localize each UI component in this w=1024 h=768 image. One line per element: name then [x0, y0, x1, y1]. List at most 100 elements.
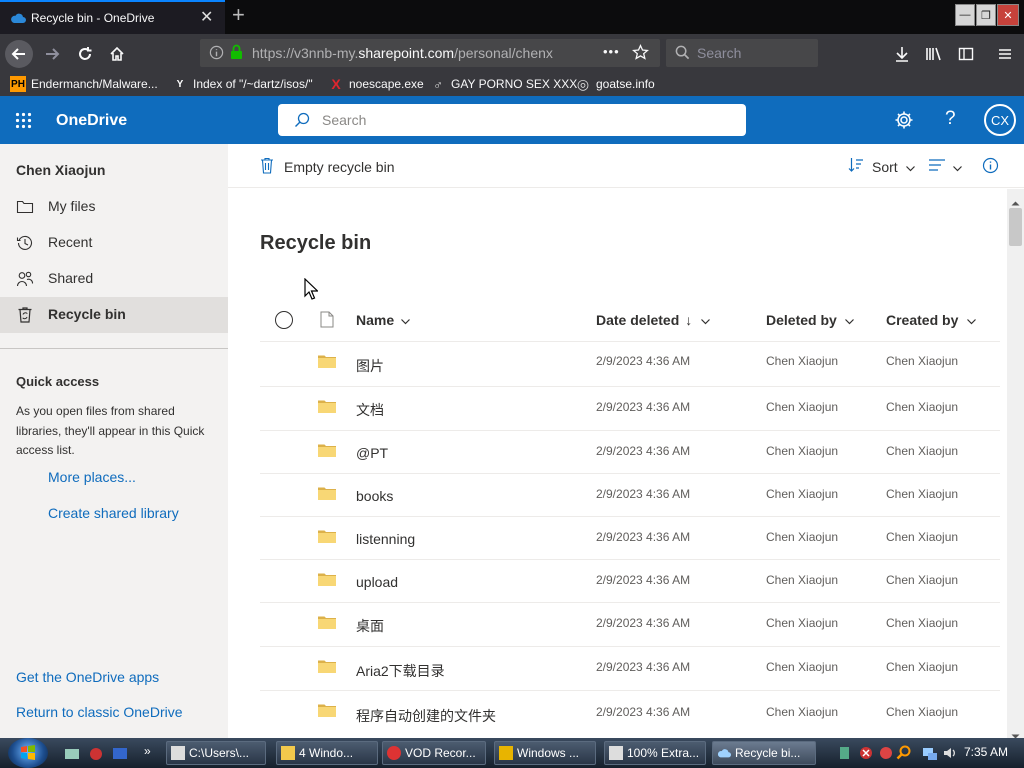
table-row[interactable]: books 2/9/2023 4:36 AM Chen Xiaojun Chen…: [260, 473, 1000, 516]
folder-icon: [318, 486, 336, 505]
minimize-button[interactable]: —: [955, 4, 975, 26]
create-shared-library-link[interactable]: Create shared library: [48, 505, 179, 521]
table-row[interactable]: 程序自动创建的文件夹 2/9/2023 4:36 AM Chen Xiaojun…: [260, 690, 1000, 733]
folder-icon: [318, 615, 336, 634]
start-button[interactable]: [8, 738, 48, 768]
row-deleted-by: Chen Xiaojun: [766, 530, 839, 544]
taskbar-button-active[interactable]: Recycle bi...: [712, 741, 816, 765]
table-row[interactable]: upload 2/9/2023 4:36 AM Chen Xiaojun Che…: [260, 559, 1000, 602]
reload-button[interactable]: [71, 40, 99, 68]
row-date-deleted: 2/9/2023 4:36 AM: [596, 660, 691, 674]
row-created-by: Chen Xiaojun: [886, 444, 959, 458]
table-row[interactable]: @PT 2/9/2023 4:36 AM Chen Xiaojun Chen X…: [260, 430, 1000, 473]
table-row[interactable]: 文档 2/9/2023 4:36 AM Chen Xiaojun Chen Xi…: [260, 386, 1000, 429]
page-actions-icon[interactable]: •••: [603, 44, 620, 59]
library-button[interactable]: [920, 40, 948, 68]
row-name[interactable]: 桌面: [356, 616, 384, 636]
quicklaunch-more-icon[interactable]: »: [144, 744, 151, 758]
browser-search-box[interactable]: Search: [666, 39, 818, 67]
close-window-button[interactable]: ✕: [997, 4, 1019, 26]
info-icon[interactable]: [209, 45, 224, 63]
row-name[interactable]: listenning: [356, 531, 415, 547]
restore-button[interactable]: ❐: [976, 4, 996, 26]
row-name[interactable]: @PT: [356, 445, 388, 461]
taskbar-button[interactable]: VOD Recor...: [382, 741, 486, 765]
get-onedrive-apps-link[interactable]: Get the OneDrive apps: [16, 669, 159, 685]
sort-button[interactable]: Sort: [848, 157, 915, 176]
user-avatar[interactable]: CX: [984, 104, 1016, 136]
volume-icon[interactable]: [942, 745, 958, 764]
close-tab-icon[interactable]: ✕: [200, 7, 216, 27]
system-clock[interactable]: 7:35 AM: [964, 745, 1008, 759]
table-row[interactable]: listenning 2/9/2023 4:36 AM Chen Xiaojun…: [260, 516, 1000, 559]
row-name[interactable]: 文档: [356, 400, 384, 420]
taskbar-button[interactable]: 4 Windo...: [276, 741, 378, 765]
file-type-header-icon[interactable]: [320, 311, 334, 333]
column-header-label: Deleted by: [766, 312, 837, 328]
bookmark-item[interactable]: PH Endermanch/Malware...: [10, 76, 158, 92]
taskbar-button[interactable]: Windows ...: [494, 741, 596, 765]
row-name[interactable]: upload: [356, 574, 398, 590]
nav-divider: [0, 348, 228, 349]
row-deleted-by: Chen Xiaojun: [766, 705, 839, 719]
taskbar-button[interactable]: 100% Extra...: [604, 741, 706, 765]
forward-button[interactable]: [38, 40, 66, 68]
table-row[interactable]: 图片 2/9/2023 4:36 AM Chen Xiaojun Chen Xi…: [260, 341, 1000, 384]
bookmark-star-icon[interactable]: [632, 44, 649, 64]
empty-recycle-bin-button[interactable]: Empty recycle bin: [260, 157, 394, 177]
help-icon[interactable]: ?: [945, 108, 956, 130]
menu-button[interactable]: [991, 40, 1019, 68]
people-icon: [16, 270, 34, 288]
app-launcher-waffle-icon[interactable]: [15, 112, 32, 134]
library-icon: [926, 47, 941, 61]
scroll-up-arrow-icon[interactable]: [1011, 193, 1020, 211]
table-row[interactable]: Aria2下载目录 2/9/2023 4:36 AM Chen Xiaojun …: [260, 646, 1000, 689]
return-classic-link[interactable]: Return to classic OneDrive: [16, 704, 183, 720]
bookmark-item[interactable]: Y Index of "/~dartz/isos/": [172, 76, 313, 92]
bookmark-item[interactable]: ◎ goatse.info: [575, 76, 655, 92]
tray-search-icon[interactable]: [896, 744, 912, 763]
sidebar-toggle-button[interactable]: [952, 40, 980, 68]
nav-item-my-files[interactable]: My files: [0, 189, 228, 225]
row-name[interactable]: 程序自动创建的文件夹: [356, 706, 496, 726]
onedrive-search-box[interactable]: Search: [278, 104, 746, 136]
bookmark-item[interactable]: ♂ GAY PORNO SEX XXX: [430, 76, 577, 92]
bookmark-label: Index of "/~dartz/isos/": [193, 77, 313, 91]
nav-item-recycle-bin[interactable]: Recycle bin: [0, 297, 228, 333]
tray-icon[interactable]: [838, 745, 852, 764]
row-name[interactable]: Aria2下载目录: [356, 661, 445, 681]
back-button[interactable]: [5, 40, 33, 68]
quicklaunch-icon[interactable]: [112, 746, 128, 765]
app-title[interactable]: OneDrive: [56, 112, 127, 130]
network-icon[interactable]: [922, 745, 938, 764]
view-options-button[interactable]: [929, 158, 962, 175]
tray-icon[interactable]: [878, 745, 894, 764]
nav-item-shared[interactable]: Shared: [0, 261, 228, 297]
url-bar[interactable]: https://v3nnb-my.sharepoint.com/personal…: [200, 39, 660, 67]
nav-item-recent[interactable]: Recent: [0, 225, 228, 261]
taskbar-button-label: Recycle bi...: [735, 746, 801, 760]
new-tab-button[interactable]: +: [232, 4, 252, 28]
vertical-scrollbar[interactable]: [1007, 189, 1024, 738]
row-created-by: Chen Xiaojun: [886, 487, 959, 501]
row-name[interactable]: books: [356, 488, 393, 504]
home-button[interactable]: [103, 40, 131, 68]
column-header-deleted-by[interactable]: Deleted by: [766, 312, 854, 328]
quicklaunch-icon[interactable]: [88, 746, 104, 765]
quicklaunch-icon[interactable]: [64, 746, 80, 765]
column-header-created-by[interactable]: Created by: [886, 312, 977, 328]
select-all-checkbox[interactable]: [274, 310, 294, 335]
row-name[interactable]: 图片: [356, 356, 384, 376]
column-header-date-deleted[interactable]: Date deleted ↓: [596, 312, 711, 328]
taskbar-button[interactable]: C:\Users\...: [166, 741, 266, 765]
settings-gear-icon[interactable]: [894, 110, 914, 135]
downloads-button[interactable]: [888, 40, 916, 68]
info-pane-icon[interactable]: [982, 157, 999, 177]
column-header-name[interactable]: Name: [356, 312, 411, 328]
bookmark-item[interactable]: X noescape.exe: [328, 76, 423, 92]
browser-tab[interactable]: Recycle bin - OneDrive ✕: [0, 0, 225, 34]
scrollbar-thumb[interactable]: [1009, 208, 1022, 246]
more-places-link[interactable]: More places...: [48, 469, 136, 485]
tray-icon[interactable]: [858, 745, 874, 764]
table-row[interactable]: 桌面 2/9/2023 4:36 AM Chen Xiaojun Chen Xi…: [260, 602, 1000, 645]
